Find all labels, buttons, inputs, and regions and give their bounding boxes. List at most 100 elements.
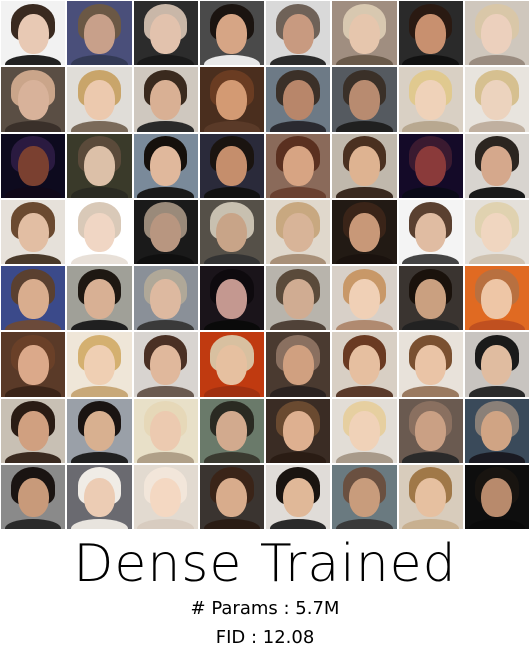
shoulders-shape <box>71 121 128 132</box>
face-sample-tile <box>67 67 132 132</box>
shoulders-shape <box>4 187 62 198</box>
shoulders-shape <box>402 54 459 66</box>
face-sample-tile <box>464 133 529 198</box>
face-sample-tile <box>133 464 198 529</box>
shoulders-shape <box>269 253 327 264</box>
shoulders-shape <box>137 121 194 132</box>
sample-image-grid <box>1 1 529 529</box>
face-sample-tile <box>464 398 529 463</box>
face-sample-tile <box>266 1 331 66</box>
face-shape <box>83 80 115 120</box>
shoulders-shape <box>269 518 327 529</box>
face-sample-tile <box>398 199 463 264</box>
face-sample-tile <box>199 464 264 529</box>
face-shape <box>348 212 380 253</box>
face-sample-tile <box>133 1 198 66</box>
face-sample-tile <box>398 67 463 132</box>
face-shape <box>348 345 380 385</box>
shoulders-shape <box>203 452 261 463</box>
face-shape <box>17 477 49 518</box>
face-sample-tile <box>1 332 66 397</box>
face-sample-tile <box>464 464 529 529</box>
face-shape <box>83 477 115 518</box>
face-sample-tile <box>332 398 397 463</box>
shoulders-shape <box>336 187 393 198</box>
face-sample-tile <box>332 464 397 529</box>
shoulders-shape <box>4 54 62 66</box>
face-shape <box>83 13 115 54</box>
face-sample-tile <box>464 332 529 397</box>
face-sample-tile <box>133 332 198 397</box>
shoulders-shape <box>468 187 526 198</box>
shoulders-shape <box>4 121 62 132</box>
face-shape <box>17 411 49 452</box>
shoulders-shape <box>71 452 128 463</box>
face-sample-tile <box>266 464 331 529</box>
shoulders-shape <box>137 319 194 331</box>
shoulders-shape <box>468 386 526 397</box>
face-sample-tile <box>199 199 264 264</box>
face-shape <box>348 411 380 452</box>
face-sample-tile <box>1 266 66 331</box>
face-shape <box>17 146 49 187</box>
face-sample-tile <box>199 266 264 331</box>
face-shape <box>348 80 380 120</box>
face-sample-tile <box>398 1 463 66</box>
face-sample-tile <box>266 133 331 198</box>
params-label: # Params : 5.7M <box>190 598 340 619</box>
face-shape <box>17 212 49 253</box>
face-shape <box>17 80 49 120</box>
shoulders-shape <box>402 319 459 331</box>
face-shape <box>150 80 182 120</box>
face-sample-tile <box>332 199 397 264</box>
face-sample-tile <box>1 1 66 66</box>
face-sample-tile <box>464 266 529 331</box>
face-sample-tile <box>332 133 397 198</box>
face-sample-tile <box>332 67 397 132</box>
face-sample-tile <box>199 398 264 463</box>
face-shape <box>83 345 115 385</box>
face-sample-tile <box>133 133 198 198</box>
face-shape <box>83 212 115 253</box>
shoulders-shape <box>336 319 393 331</box>
shoulders-shape <box>137 518 194 529</box>
shoulders-shape <box>336 386 393 397</box>
shoulders-shape <box>269 452 327 463</box>
face-sample-tile <box>464 1 529 66</box>
face-sample-tile <box>332 266 397 331</box>
shoulders-shape <box>203 121 261 132</box>
face-shape <box>415 278 447 319</box>
face-sample-tile <box>1 199 66 264</box>
face-sample-tile <box>67 266 132 331</box>
shoulders-shape <box>402 187 459 198</box>
face-shape <box>415 146 447 187</box>
face-shape <box>415 411 447 452</box>
face-shape <box>216 146 248 187</box>
face-shape <box>17 345 49 385</box>
face-shape <box>150 278 182 319</box>
face-shape <box>348 13 380 54</box>
shoulders-shape <box>468 54 526 66</box>
shoulders-shape <box>468 452 526 463</box>
shoulders-shape <box>468 518 526 529</box>
face-shape <box>282 345 314 385</box>
face-shape <box>150 146 182 187</box>
shoulders-shape <box>137 54 194 66</box>
face-shape <box>216 477 248 518</box>
face-sample-tile <box>199 133 264 198</box>
face-sample-tile <box>199 67 264 132</box>
face-shape <box>216 13 248 54</box>
face-sample-tile <box>266 332 331 397</box>
face-sample-tile <box>67 199 132 264</box>
face-shape <box>415 345 447 385</box>
shoulders-shape <box>203 253 261 264</box>
shoulders-shape <box>203 319 261 331</box>
face-shape <box>150 411 182 452</box>
shoulders-shape <box>468 319 526 331</box>
face-sample-tile <box>266 199 331 264</box>
face-shape <box>83 278 115 319</box>
shoulders-shape <box>468 253 526 264</box>
face-shape <box>282 278 314 319</box>
face-sample-tile <box>67 398 132 463</box>
shoulders-shape <box>269 386 327 397</box>
